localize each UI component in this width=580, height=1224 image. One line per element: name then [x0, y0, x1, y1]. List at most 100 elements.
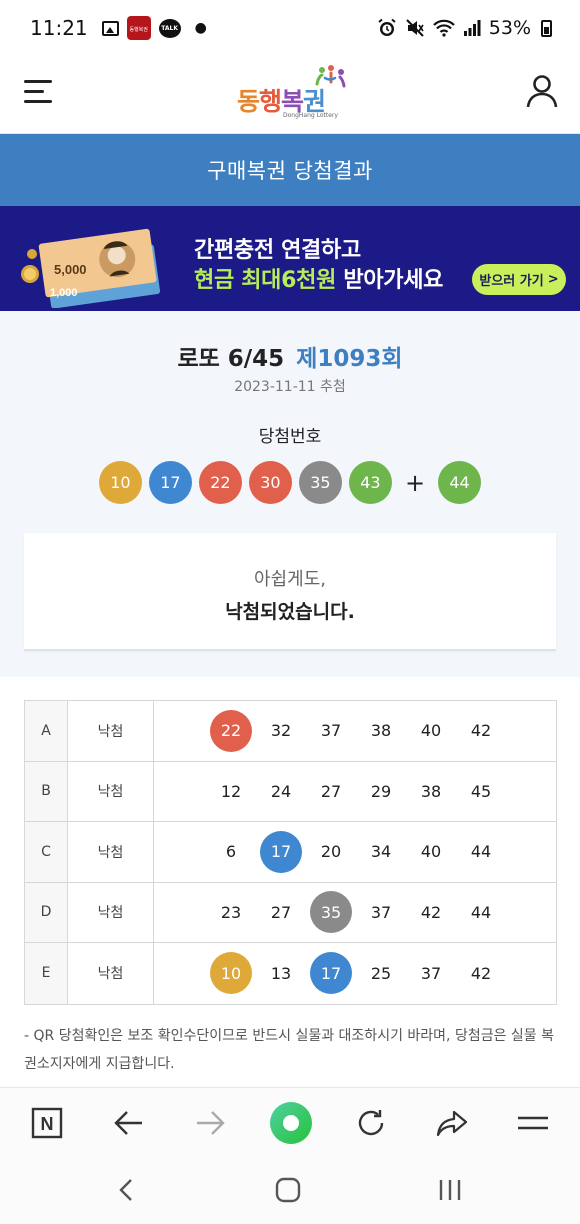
- ticket-numbers: 22 32 37 38 40 42: [154, 701, 556, 761]
- svg-text:N: N: [41, 1114, 54, 1134]
- ticket-result-label: 낙첨: [68, 882, 154, 942]
- app-header: 동행복권 DongHang Lottery: [0, 56, 580, 134]
- ticket-game-label: A: [25, 701, 68, 761]
- ticket-row: D 낙첨 23 27 35 37 42 44: [25, 882, 556, 943]
- ticket-number: 40: [420, 721, 442, 741]
- ticket-number: 27: [320, 781, 342, 801]
- status-bar: 11:21 동행복권 TALK ● 53%: [0, 0, 580, 56]
- banner-subline-rest: 받아가세요: [343, 268, 444, 293]
- ticket-number: 42: [470, 963, 492, 983]
- ticket-number-matched: 22: [210, 709, 252, 752]
- naver-green-dot-button[interactable]: [268, 1100, 314, 1146]
- winning-ball-5: 35: [298, 461, 342, 504]
- ticket-number: 34: [370, 842, 392, 862]
- ticket-number: 42: [470, 721, 492, 741]
- hamburger-menu-icon[interactable]: [24, 80, 52, 104]
- ticket-number: 29: [370, 781, 392, 801]
- ticket-number-matched: 17: [260, 830, 302, 873]
- draw-title: 로또 6/45 제1093회: [0, 339, 580, 373]
- system-back-icon[interactable]: [106, 1173, 146, 1207]
- ticket-game-label: B: [25, 761, 68, 821]
- bill-1000-label: 1,000: [50, 287, 78, 299]
- ticket-number: 38: [370, 721, 392, 741]
- promo-banner[interactable]: 5,000 1,000 간편충전 연결하고 현금 최대6천원 받아가세요 받으러…: [0, 206, 580, 311]
- ticket-number: 45: [470, 781, 492, 801]
- result-message-line2: 낙첨되었습니다.: [225, 601, 355, 623]
- system-recent-apps-icon[interactable]: [430, 1173, 470, 1207]
- ticket-game-label: D: [25, 882, 68, 942]
- battery-icon: [541, 19, 552, 37]
- forward-arrow-icon[interactable]: [187, 1100, 233, 1146]
- back-arrow-icon[interactable]: [106, 1100, 152, 1146]
- ticket-numbers: 12 24 27 29 38 45: [154, 762, 556, 822]
- kakaotalk-notification-icon: TALK: [158, 18, 181, 38]
- chevron-right-icon: >: [547, 272, 559, 287]
- draw-round: 제1093회: [296, 346, 403, 372]
- bonus-ball: 44: [438, 461, 482, 504]
- ticket-result-label: 낙첨: [68, 943, 154, 1004]
- ticket-results-table: A 낙첨 22 32 37 38 40 42 B 낙첨 12 24 27 29 38 45 C 낙첨 6 17 20 34…: [24, 700, 557, 1005]
- mute-icon: [406, 19, 424, 37]
- ticket-number: 37: [370, 902, 392, 922]
- ticket-number: 24: [270, 781, 292, 801]
- system-home-icon[interactable]: [268, 1173, 308, 1207]
- banner-subline: 현금 최대6천원 받아가세요: [194, 262, 443, 294]
- ticket-number: 37: [320, 721, 342, 741]
- ticket-number: 12: [220, 781, 242, 801]
- banner-cta-label: 받으러 가기: [479, 274, 544, 289]
- ticket-numbers: 23 27 35 37 42 44: [154, 883, 556, 943]
- winning-numbers: 10 17 22 30 35 43 + 44: [0, 461, 580, 504]
- game-name: 로또 6/45: [177, 346, 285, 372]
- ticket-number: 6: [225, 842, 237, 862]
- user-account-icon[interactable]: [526, 74, 558, 108]
- ticket-numbers: 6 17 20 34 40 44: [154, 822, 556, 882]
- qr-notice: - QR 당첨확인은 보조 확인수단이므로 반드시 실물과 대조하시기 바라며,…: [24, 1028, 554, 1072]
- draw-date: 2023-11-11 추첨: [234, 379, 346, 395]
- bonus-plus-sign: +: [404, 468, 426, 497]
- ticket-number: 25: [370, 963, 392, 983]
- winning-numbers-label: 당첨번호: [258, 427, 322, 447]
- ticket-number: 40: [420, 842, 442, 862]
- banner-headline: 간편충전 연결하고: [194, 238, 361, 263]
- result-message-box: 아쉽게도, 낙첨되었습니다.: [24, 533, 556, 651]
- ticket-number: 44: [470, 842, 492, 862]
- winning-ball-2: 17: [148, 461, 192, 504]
- gallery-notification-icon: [101, 20, 119, 36]
- donghang-lottery-logo[interactable]: 동행복권 DongHang Lottery: [237, 64, 347, 126]
- ticket-number: 20: [320, 842, 342, 862]
- ticket-number: 37: [420, 963, 442, 983]
- winning-ball-3: 22: [198, 461, 242, 504]
- result-message-line1: 아쉽게도,: [254, 569, 326, 590]
- ticket-number: 23: [220, 902, 242, 922]
- naver-home-icon[interactable]: N: [24, 1100, 70, 1146]
- share-icon[interactable]: [429, 1100, 475, 1146]
- banner-highlight: 현금 최대6천원: [194, 268, 337, 293]
- browser-menu-icon[interactable]: [510, 1100, 556, 1146]
- ticket-row: A 낙첨 22 32 37 38 40 42: [25, 701, 556, 762]
- banner-cta-button[interactable]: 받으러 가기 >: [472, 264, 566, 295]
- bill-5000-label: 5,000: [54, 262, 87, 277]
- winning-ball-1: 10: [98, 461, 142, 504]
- ticket-number: 13: [270, 963, 292, 983]
- system-navigation-bar: [0, 1157, 580, 1224]
- ticket-number: 27: [270, 902, 292, 922]
- ticket-game-label: E: [25, 943, 68, 1004]
- ticket-numbers: 10 13 17 25 37 42: [154, 943, 556, 1004]
- ticket-number-matched: 35: [310, 891, 352, 934]
- ticket-result-label: 낙첨: [68, 822, 154, 882]
- signal-icon: [463, 20, 481, 36]
- ticket-result-label: 낙첨: [68, 701, 154, 761]
- ticket-number-matched: 17: [310, 952, 352, 995]
- wifi-icon: [432, 19, 455, 37]
- ticket-number: 44: [470, 902, 492, 922]
- winning-ball-4: 30: [248, 461, 292, 504]
- status-time: 11:21: [30, 16, 88, 40]
- battery-percent: 53%: [488, 17, 531, 39]
- refresh-icon[interactable]: [348, 1100, 394, 1146]
- lottery-app-notification-icon: 동행복권: [126, 16, 151, 40]
- draw-result-section: 로또 6/45 제1093회 2023-11-11 추첨 당첨번호 10 17 …: [0, 311, 580, 677]
- page-title: 구매복권 당첨결과: [0, 134, 580, 206]
- ticket-number: 38: [420, 781, 442, 801]
- cash-bills-icon: 5,000 1,000: [21, 228, 161, 308]
- ticket-row: E 낙첨 10 13 17 25 37 42: [25, 943, 556, 1004]
